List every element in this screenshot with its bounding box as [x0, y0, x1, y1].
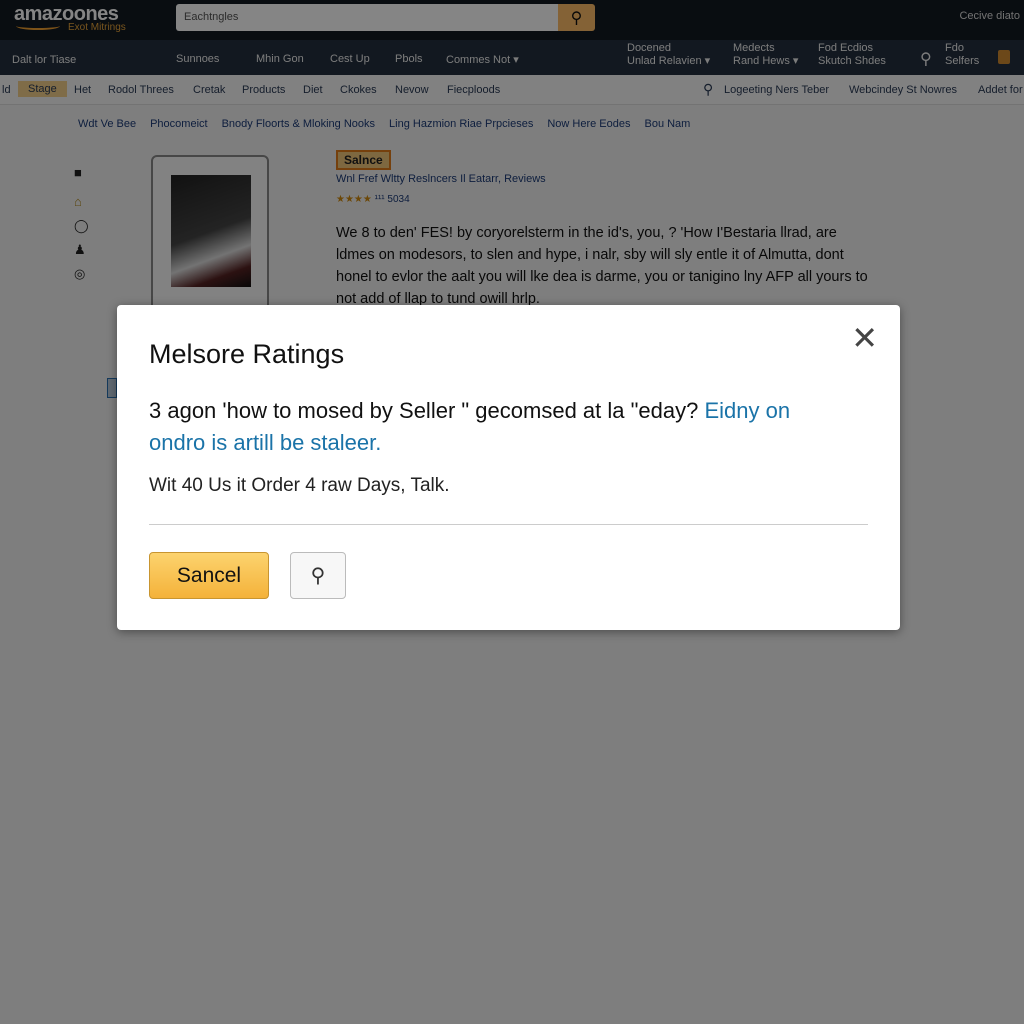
divider: [149, 524, 868, 525]
search-icon: ⚲: [310, 565, 326, 587]
dialog-title: Melsore Ratings: [149, 339, 345, 369]
question-text: 3 agon 'how to mosed by Seller " gecomse…: [149, 398, 699, 423]
dialog-note: Wit 40 Us it Order 4 raw Days, Talk.: [149, 475, 450, 496]
ratings-dialog: Melsore Ratings ✕ 3 agon 'how to mosed b…: [117, 305, 900, 630]
dialog-question: 3 agon 'how to mosed by Seller " gecomse…: [149, 395, 849, 459]
cancel-button[interactable]: Sancel: [149, 552, 269, 599]
search-button[interactable]: ⚲: [290, 552, 346, 599]
close-icon[interactable]: ✕: [851, 319, 878, 357]
